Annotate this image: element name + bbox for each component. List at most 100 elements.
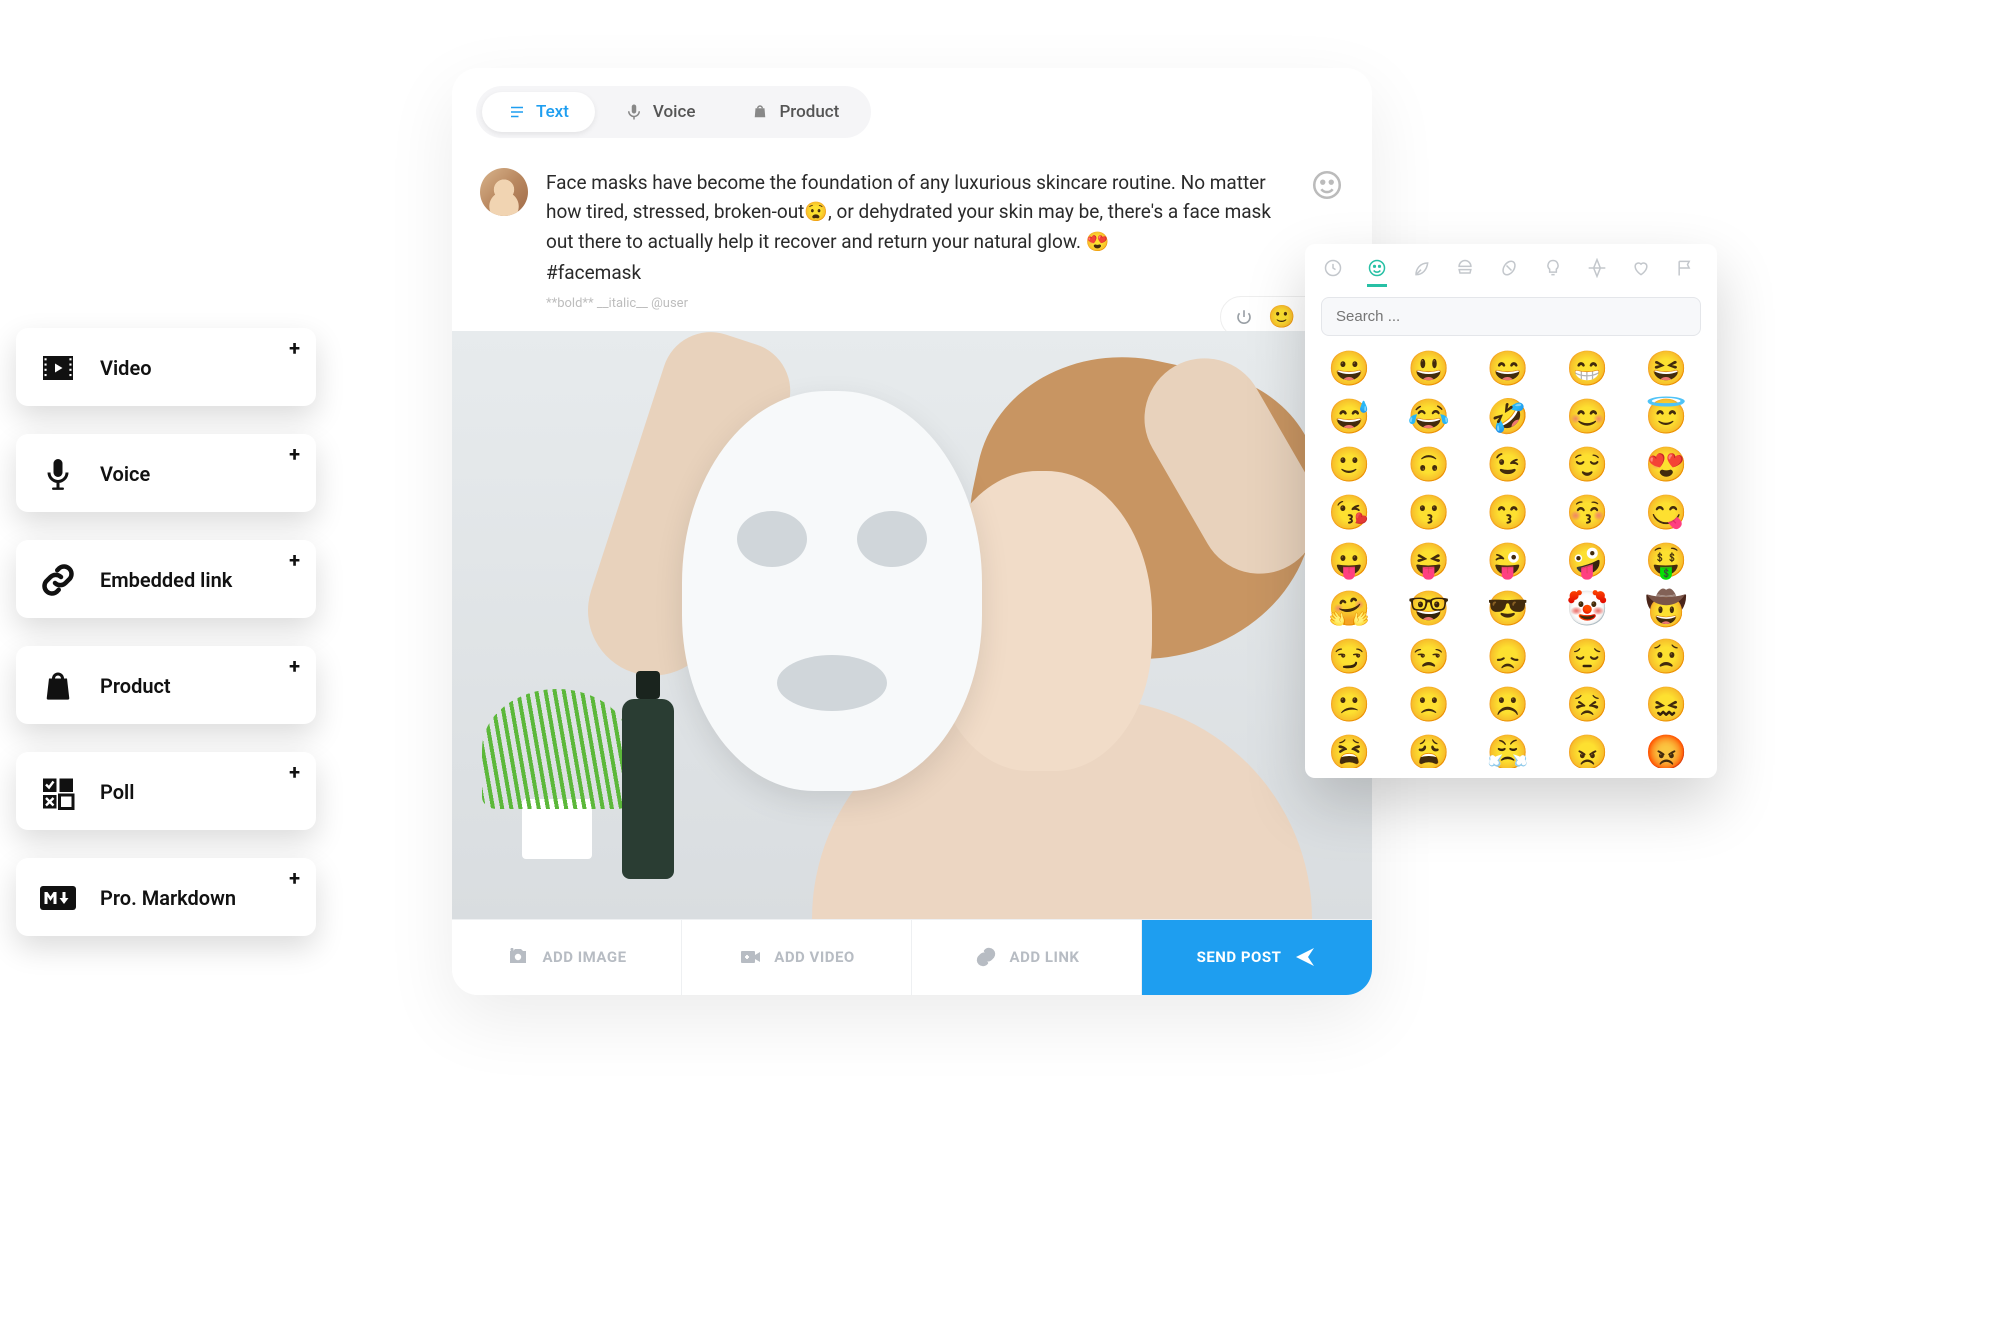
feature-poll-label: Poll <box>100 780 134 804</box>
emoji-item[interactable]: 😙 <box>1483 496 1532 530</box>
tab-voice-label: Voice <box>653 102 696 122</box>
microphone-icon <box>38 454 78 494</box>
emoji-item[interactable]: 😍 <box>1642 448 1691 482</box>
emoji-item[interactable]: 😛 <box>1325 544 1374 578</box>
emoji-item[interactable]: 😟 <box>1642 640 1691 674</box>
emoji-search-input[interactable] <box>1321 297 1701 336</box>
emoji-item[interactable]: 😏 <box>1325 640 1374 674</box>
emoji-item[interactable]: 😆 <box>1642 352 1691 386</box>
feature-sidebar: Video + Voice + Embedded link + Product … <box>16 328 316 936</box>
feature-voice[interactable]: Voice + <box>16 434 316 512</box>
emoji-categories <box>1321 258 1701 297</box>
markdown-icon <box>38 878 78 918</box>
emoji-item[interactable]: 😅 <box>1325 400 1374 434</box>
feature-video[interactable]: Video + <box>16 328 316 406</box>
feature-voice-label: Voice <box>100 462 150 486</box>
plus-icon: + <box>289 866 300 890</box>
plus-icon: + <box>289 760 300 784</box>
emoji-item[interactable]: 😁 <box>1563 352 1612 386</box>
category-nature-icon[interactable] <box>1411 258 1431 287</box>
feature-video-label: Video <box>100 356 152 380</box>
emoji-item[interactable]: 🤡 <box>1563 592 1612 626</box>
emoji-item[interactable]: 😒 <box>1404 640 1453 674</box>
emoji-item[interactable]: 😘 <box>1325 496 1374 530</box>
hashtag: #facemask <box>546 258 1292 287</box>
feature-embedded-link[interactable]: Embedded link + <box>16 540 316 618</box>
emoji-item[interactable]: 🤑 <box>1642 544 1691 578</box>
emoji-item[interactable]: 😎 <box>1483 592 1532 626</box>
feature-markdown[interactable]: Pro. Markdown + <box>16 858 316 936</box>
emoji-item[interactable]: 😃 <box>1404 352 1453 386</box>
tab-text-label: Text <box>536 102 569 122</box>
emoji-item[interactable]: 😌 <box>1563 448 1612 482</box>
emoji-item[interactable]: 😠 <box>1563 736 1612 768</box>
tab-product[interactable]: Product <box>725 92 865 132</box>
emoji-item[interactable]: 🙁 <box>1404 688 1453 722</box>
add-video-button[interactable]: ADD VIDEO <box>682 920 912 995</box>
add-image-button[interactable]: ADD IMAGE <box>452 920 682 995</box>
emoji-item[interactable]: 😔 <box>1563 640 1612 674</box>
plus-icon: + <box>289 548 300 572</box>
category-objects-icon[interactable] <box>1543 258 1563 287</box>
category-travel-icon[interactable] <box>1587 258 1607 287</box>
emoji-item[interactable]: 😉 <box>1483 448 1532 482</box>
emoji-item[interactable]: 🙃 <box>1404 448 1453 482</box>
emoji-item[interactable]: 😊 <box>1563 400 1612 434</box>
feature-poll[interactable]: Poll + <box>16 752 316 830</box>
emoji-item[interactable]: 🤪 <box>1563 544 1612 578</box>
emoji-item[interactable]: 😂 <box>1404 400 1453 434</box>
feature-markdown-label: Pro. Markdown <box>100 886 236 910</box>
emoji-item[interactable]: 😝 <box>1404 544 1453 578</box>
emoji-item[interactable]: 😗 <box>1404 496 1453 530</box>
emoji-picker: 😀 😃 😄 😁 😆 😅 😂 🤣 😊 😇 🙂 🙃 😉 😌 😍 😘 😗 😙 😚 😋 😛 😝 😜 🤪 🤑 🤗 🤓 😎 🤡 🤠 😏 😒 😞 😔 😟 😕 🙁 ☹️ 😣… <box>1305 244 1717 778</box>
plus-icon: + <box>289 336 300 360</box>
emoji-item[interactable]: ☹️ <box>1483 688 1532 722</box>
category-symbols-icon[interactable] <box>1631 258 1651 287</box>
category-flags-icon[interactable] <box>1675 258 1695 287</box>
emoji-item[interactable]: 😤 <box>1483 736 1532 768</box>
smile-icon[interactable] <box>1310 168 1344 202</box>
attached-image: ✕ <box>452 331 1372 919</box>
mode-tabs: Text Voice Product <box>476 86 871 138</box>
emoji-item[interactable]: 😇 <box>1642 400 1691 434</box>
feature-product[interactable]: Product + <box>16 646 316 724</box>
post-text-input[interactable]: Face masks have become the foundation of… <box>546 168 1292 288</box>
emoji-item[interactable]: 😕 <box>1325 688 1374 722</box>
emoji-item[interactable]: 😜 <box>1483 544 1532 578</box>
tab-voice[interactable]: Voice <box>599 92 722 132</box>
emoji-item[interactable]: 😞 <box>1483 640 1532 674</box>
emoji-item[interactable]: 🤠 <box>1642 592 1691 626</box>
power-icon[interactable] <box>1229 302 1259 332</box>
add-link-button[interactable]: ADD LINK <box>912 920 1142 995</box>
emoji-item[interactable]: 🤗 <box>1325 592 1374 626</box>
shopping-bag-icon <box>38 666 78 706</box>
emoji-item[interactable]: 😄 <box>1483 352 1532 386</box>
emoji-item[interactable]: 😩 <box>1404 736 1453 768</box>
emoji-item[interactable]: 😀 <box>1325 352 1374 386</box>
plus-icon: + <box>289 442 300 466</box>
category-smileys-icon[interactable] <box>1367 258 1387 287</box>
category-activity-icon[interactable] <box>1499 258 1519 287</box>
emoji-item[interactable]: 😫 <box>1325 736 1374 768</box>
feature-product-label: Product <box>100 674 171 698</box>
category-recent-icon[interactable] <box>1323 258 1343 287</box>
emoji-icon[interactable]: 🙂 <box>1267 302 1297 332</box>
emoji-grid: 😀 😃 😄 😁 😆 😅 😂 🤣 😊 😇 🙂 🙃 😉 😌 😍 😘 😗 😙 😚 😋 😛 😝 😜 🤪 🤑 🤗 🤓 😎 🤡 🤠 😏 😒 😞 😔 😟 😕 🙁 ☹️ 😣… <box>1321 348 1701 768</box>
tab-text[interactable]: Text <box>482 92 595 132</box>
emoji-item[interactable]: 😡 <box>1642 736 1691 768</box>
emoji-item[interactable]: 😖 <box>1642 688 1691 722</box>
plus-icon: + <box>289 654 300 678</box>
avatar[interactable] <box>480 168 528 216</box>
emoji-item[interactable]: 😣 <box>1563 688 1612 722</box>
emoji-item[interactable]: 🙂 <box>1325 448 1374 482</box>
link-icon <box>38 560 78 600</box>
post-composer: Text Voice Product Face masks have becom… <box>452 68 1372 995</box>
film-icon <box>38 348 78 388</box>
action-bar: ADD IMAGE ADD VIDEO ADD LINK SEND POST <box>452 919 1372 995</box>
category-food-icon[interactable] <box>1455 258 1475 287</box>
emoji-item[interactable]: 😚 <box>1563 496 1612 530</box>
emoji-item[interactable]: 🤓 <box>1404 592 1453 626</box>
send-post-button[interactable]: SEND POST <box>1142 920 1372 995</box>
emoji-item[interactable]: 😋 <box>1642 496 1691 530</box>
emoji-item[interactable]: 🤣 <box>1483 400 1532 434</box>
